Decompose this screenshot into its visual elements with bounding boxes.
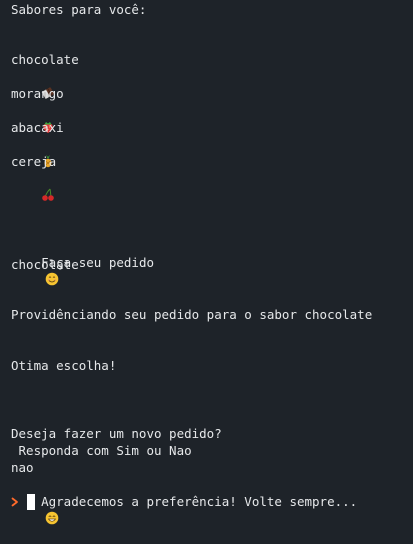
- flavor-name-morango: morango: [11, 86, 64, 101]
- prompt-chevron-icon: [11, 495, 21, 509]
- thanks-message: Agradecemos a preferência! Volte sempre.…: [41, 494, 358, 509]
- flavors-header: Sabores para você:: [11, 2, 147, 17]
- strawberry-icon: [11, 102, 55, 133]
- processing-message: Providênciando seu pedido para o sabor c…: [11, 307, 373, 322]
- flavor-name-abacaxi: abacaxi: [11, 120, 64, 135]
- order-input-echo: chocolate: [11, 257, 79, 272]
- cherries-icon: [11, 170, 55, 201]
- new-order-question: Deseja fazer um novo pedido?: [11, 426, 222, 441]
- order-prompt-line: Faça seu pedido: [11, 237, 154, 286]
- input-prompt[interactable]: [11, 494, 35, 510]
- chocolate-bar-icon: [11, 68, 55, 99]
- terminal-output[interactable]: Sabores para você: chocolate morango aba…: [0, 0, 413, 525]
- grinning-face-icon: [45, 511, 59, 525]
- pineapple-icon: [11, 136, 55, 168]
- text-cursor: [27, 494, 35, 510]
- smiling-face-icon: [45, 272, 59, 286]
- great-choice-message: Otima escolha!: [11, 358, 117, 373]
- answer-hint: Responda com Sim ou Nao: [11, 443, 192, 458]
- flavor-name-cereja: cereja: [11, 154, 57, 169]
- flavor-name-chocolate: chocolate: [11, 52, 79, 67]
- thanks-line: Agradecemos a preferência! Volte sempre.…: [11, 476, 357, 525]
- answer-input-echo: nao: [11, 460, 34, 475]
